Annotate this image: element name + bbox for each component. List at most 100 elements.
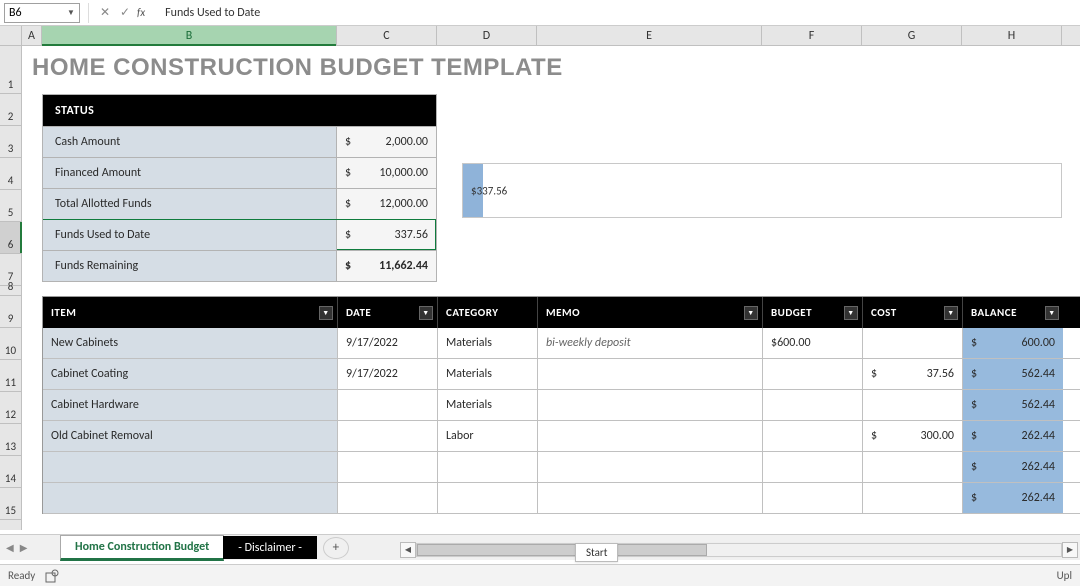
cell-memo[interactable] — [538, 483, 763, 513]
table-row[interactable]: $262.44 — [43, 452, 1080, 483]
cell-balance[interactable]: $562.44 — [963, 390, 1063, 420]
cell-date[interactable] — [338, 483, 438, 513]
add-sheet-icon[interactable]: + — [323, 537, 349, 559]
filter-dropdown-icon[interactable]: ▼ — [419, 306, 433, 320]
col-header-F[interactable]: F — [762, 26, 862, 45]
row-header-6[interactable]: 6 — [0, 222, 21, 254]
cell-memo[interactable] — [538, 390, 763, 420]
col-category[interactable]: CATEGORY — [438, 297, 538, 328]
row-header-5[interactable]: 5 — [0, 190, 21, 222]
scroll-thumb[interactable] — [417, 544, 707, 556]
cell-memo[interactable]: bi-weekly deposit — [538, 328, 763, 358]
cell-category[interactable]: Labor — [438, 421, 538, 451]
scroll-left-icon[interactable]: ◀ — [400, 542, 416, 558]
row-header-13[interactable]: 13 — [0, 424, 21, 456]
cell-date[interactable]: 9/17/2022 — [338, 328, 438, 358]
col-budget[interactable]: BUDGET▼ — [763, 297, 863, 328]
table-row[interactable]: Cabinet Coating 9/17/2022 Materials $37.… — [43, 359, 1080, 390]
filter-dropdown-icon[interactable]: ▼ — [1045, 306, 1059, 320]
fx-label[interactable]: fx — [137, 6, 145, 19]
horizontal-scrollbar[interactable]: ◀ ▶ — [400, 542, 1078, 558]
col-header-B[interactable]: B — [42, 26, 337, 45]
filter-dropdown-icon[interactable]: ▼ — [319, 306, 333, 320]
status-row-cash[interactable]: Cash Amount $2,000.00 — [43, 126, 436, 157]
cell-budget[interactable] — [763, 390, 863, 420]
chevron-down-icon[interactable]: ▼ — [64, 5, 78, 21]
col-date[interactable]: DATE▼ — [338, 297, 438, 328]
scroll-track[interactable] — [416, 543, 1062, 557]
row-header-11[interactable]: 11 — [0, 360, 21, 392]
cell-balance[interactable]: $600.00 — [963, 328, 1063, 358]
sheet-content[interactable]: HOME CONSTRUCTION BUDGET TEMPLATE STATUS… — [22, 46, 1080, 530]
record-macro-icon[interactable] — [45, 569, 59, 583]
cell-item[interactable] — [43, 452, 338, 482]
row-header-12[interactable]: 12 — [0, 392, 21, 424]
select-all-corner[interactable] — [0, 26, 22, 45]
cell-item[interactable]: New Cabinets — [43, 328, 338, 358]
cell-memo[interactable] — [538, 359, 763, 389]
table-row[interactable]: New Cabinets 9/17/2022 Materials bi-week… — [43, 328, 1080, 359]
row-header-3[interactable]: 3 — [0, 126, 21, 158]
cell-item[interactable]: Old Cabinet Removal — [43, 421, 338, 451]
row-header-10[interactable]: 10 — [0, 328, 21, 360]
cell-balance[interactable]: $262.44 — [963, 452, 1063, 482]
confirm-icon[interactable]: ✓ — [115, 3, 135, 23]
status-row-remaining[interactable]: Funds Remaining $11,662.44 — [43, 250, 436, 281]
formula-text[interactable]: Funds Used to Date — [153, 6, 260, 20]
col-header-A[interactable]: A — [22, 26, 42, 45]
row-header-15[interactable]: 15 — [0, 488, 21, 520]
cell-category[interactable]: Materials — [438, 359, 538, 389]
cell-category[interactable] — [438, 452, 538, 482]
scroll-right-icon[interactable]: ▶ — [1062, 542, 1078, 558]
cell-budget[interactable] — [763, 483, 863, 513]
row-header-8[interactable]: 8 — [0, 286, 21, 296]
funds-used-chart[interactable]: $337.56 — [462, 163, 1062, 218]
cell-category[interactable]: Materials — [438, 328, 538, 358]
cell-item[interactable]: Cabinet Coating — [43, 359, 338, 389]
status-row-financed[interactable]: Financed Amount $10,000.00 — [43, 157, 436, 188]
cell-cost[interactable] — [863, 483, 963, 513]
row-header-4[interactable]: 4 — [0, 158, 21, 190]
cell-cost[interactable] — [863, 452, 963, 482]
col-header-H[interactable]: H — [962, 26, 1062, 45]
cell-cost[interactable]: $300.00 — [863, 421, 963, 451]
table-row[interactable]: Cabinet Hardware Materials $562.44 — [43, 390, 1080, 421]
row-header-9[interactable]: 9 — [0, 296, 21, 328]
col-item[interactable]: ITEM▼ — [43, 297, 338, 328]
table-row[interactable]: $262.44 — [43, 483, 1080, 514]
col-memo[interactable]: MEMO▼ — [538, 297, 763, 328]
cell-memo[interactable] — [538, 452, 763, 482]
cell-cost[interactable] — [863, 390, 963, 420]
table-row[interactable]: Old Cabinet Removal Labor $300.00 $262.4… — [43, 421, 1080, 452]
status-row-used[interactable]: Funds Used to Date $337.56 — [43, 219, 436, 250]
cell-cost[interactable]: $37.56 — [863, 359, 963, 389]
row-header-1[interactable]: 1 — [0, 46, 21, 94]
start-button[interactable]: Start — [575, 543, 618, 562]
cell-budget[interactable] — [763, 359, 863, 389]
name-box[interactable]: B6 ▼ — [4, 3, 80, 23]
cell-category[interactable]: Materials — [438, 390, 538, 420]
filter-dropdown-icon[interactable]: ▼ — [844, 306, 858, 320]
cell-date[interactable] — [338, 452, 438, 482]
col-header-D[interactable]: D — [437, 26, 537, 45]
cell-cost[interactable] — [863, 328, 963, 358]
cell-date[interactable] — [338, 421, 438, 451]
col-balance[interactable]: BALANCE▼ — [963, 297, 1063, 328]
cell-budget[interactable] — [763, 421, 863, 451]
cell-category[interactable] — [438, 483, 538, 513]
filter-dropdown-icon[interactable]: ▼ — [744, 306, 758, 320]
cell-balance[interactable]: $262.44 — [963, 483, 1063, 513]
cell-date[interactable]: 9/17/2022 — [338, 359, 438, 389]
cell-memo[interactable] — [538, 421, 763, 451]
filter-dropdown-icon[interactable]: ▼ — [944, 306, 958, 320]
col-header-C[interactable]: C — [337, 26, 437, 45]
tab-active[interactable]: Home Construction Budget — [60, 535, 224, 561]
cell-item[interactable]: Cabinet Hardware — [43, 390, 338, 420]
tab-nav-next-icon[interactable]: ▶ — [20, 541, 28, 554]
cancel-icon[interactable]: ✕ — [95, 3, 115, 23]
col-header-G[interactable]: G — [862, 26, 962, 45]
cell-budget[interactable] — [763, 452, 863, 482]
tab-disclaimer[interactable]: - Disclaimer - — [223, 536, 317, 559]
row-header-14[interactable]: 14 — [0, 456, 21, 488]
cell-date[interactable] — [338, 390, 438, 420]
